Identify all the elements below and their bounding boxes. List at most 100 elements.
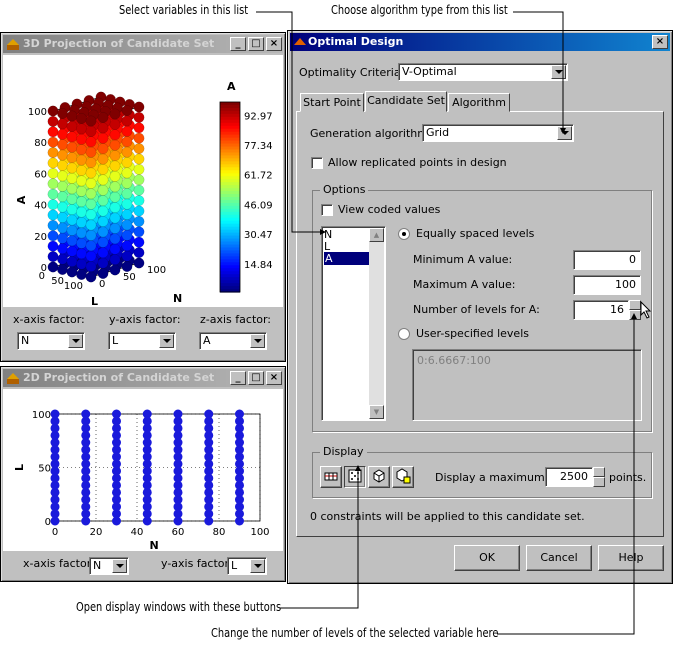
data-point: [47, 136, 59, 148]
title-bar-3d[interactable]: 3D Projection of Candidate Set _ □ ×: [3, 35, 283, 53]
data-point: [76, 133, 87, 145]
maximize-button[interactable]: □: [248, 37, 264, 51]
scatter-2d-chart[interactable]: 0 20 40 60 80 100 100 50 0 N L: [3, 389, 283, 552]
x-factor-select[interactable]: N: [17, 332, 85, 350]
display-max-spinner[interactable]: [593, 467, 605, 487]
data-point: [97, 257, 109, 269]
data-point: [121, 157, 133, 168]
data-point: [85, 250, 97, 262]
data-point: [76, 217, 87, 228]
data-point: [76, 144, 87, 156]
data-point: [57, 108, 68, 119]
data-point: [97, 164, 109, 175]
tab-algorithm[interactable]: Algorithm: [448, 93, 510, 112]
levels-input[interactable]: 16: [573, 300, 629, 320]
colorbar-tick-label: 30.47: [244, 230, 273, 241]
chevron-down-icon[interactable]: [159, 334, 174, 348]
close-button[interactable]: ×: [266, 37, 282, 51]
variable-list[interactable]: N L A ▲ ▼: [321, 226, 386, 421]
generation-algorithm-select[interactable]: Grid: [422, 124, 574, 142]
y-factor-select[interactable]: L: [227, 557, 267, 575]
data-point: [76, 175, 87, 187]
data-point: [133, 132, 145, 144]
spin-down-icon[interactable]: [593, 477, 605, 487]
cancel-button[interactable]: Cancel: [526, 545, 592, 571]
close-button[interactable]: ×: [266, 371, 282, 385]
display-3d-button[interactable]: [368, 466, 390, 488]
data-point: [133, 205, 145, 217]
spin-up-icon[interactable]: [593, 467, 605, 477]
y-factor-select[interactable]: L: [108, 332, 176, 350]
data-point: [97, 132, 109, 144]
data-point: [85, 219, 97, 231]
data-point: [47, 261, 59, 273]
data-point: [109, 181, 121, 193]
criteria-select[interactable]: V-Optimal: [398, 63, 568, 81]
data-point: [133, 143, 145, 155]
z-axis-label: A: [15, 195, 28, 204]
min-value-input[interactable]: 0: [573, 250, 641, 270]
minimize-button[interactable]: _: [230, 371, 246, 385]
title-bar-2d[interactable]: 2D Projection of Candidate Set _ □ ×: [3, 369, 283, 387]
data-point: [47, 188, 59, 200]
x-factor-select[interactable]: N: [89, 557, 129, 575]
chevron-down-icon[interactable]: [551, 65, 566, 79]
tab-candidate-set[interactable]: Candidate Set: [365, 91, 447, 112]
data-point: [57, 128, 68, 140]
chevron-down-icon[interactable]: [250, 334, 265, 348]
data-point: [121, 167, 133, 179]
data-point: [109, 202, 121, 214]
data-point: [57, 264, 68, 275]
chevron-down-icon[interactable]: [68, 334, 83, 348]
data-point: [121, 261, 133, 272]
user-levels-textarea[interactable]: 0:6.6667:100: [412, 349, 642, 421]
dialog-title-bar[interactable]: Optimal Design ×: [290, 33, 670, 51]
data-point: [109, 139, 121, 151]
help-button[interactable]: Help: [598, 545, 664, 571]
points-label: points.: [609, 471, 647, 484]
data-point: [173, 409, 183, 419]
chevron-down-icon[interactable]: [557, 126, 572, 140]
data-point: [133, 174, 145, 186]
data-point: [97, 174, 109, 186]
scroll-up-icon[interactable]: ▲: [369, 228, 384, 242]
ok-button[interactable]: OK: [454, 545, 520, 571]
minimize-button[interactable]: _: [230, 37, 246, 51]
data-point: [47, 157, 59, 169]
data-point: [76, 113, 87, 124]
scroll-down-icon[interactable]: ▼: [369, 405, 384, 419]
close-button[interactable]: ×: [652, 35, 668, 49]
tab-start-point[interactable]: Start Point: [300, 93, 364, 112]
list-scrollbar[interactable]: ▲ ▼: [369, 228, 384, 419]
data-point: [57, 160, 68, 171]
data-point: [109, 129, 121, 141]
z-factor-select[interactable]: A: [199, 332, 267, 350]
chevron-down-icon[interactable]: [112, 559, 127, 573]
data-point: [121, 188, 133, 200]
equally-spaced-radio[interactable]: [398, 228, 410, 240]
maximize-button[interactable]: □: [248, 371, 264, 385]
colorbar-tick-label: 14.84: [244, 260, 273, 271]
z-tick-label: 20: [34, 232, 47, 243]
display-2d-button[interactable]: [344, 466, 366, 488]
display-multi-button[interactable]: [392, 466, 414, 488]
data-point: [57, 191, 68, 203]
chevron-down-icon[interactable]: [250, 559, 265, 573]
allow-replicated-checkbox[interactable]: [311, 157, 323, 169]
data-point: [66, 214, 78, 226]
view-coded-checkbox[interactable]: [321, 204, 333, 216]
list-item-selected[interactable]: A: [324, 252, 369, 265]
data-point: [57, 149, 68, 161]
max-value-input[interactable]: 100: [573, 275, 641, 295]
display-table-button[interactable]: [320, 466, 342, 488]
data-point: [121, 146, 133, 158]
scatter-3d-chart[interactable]: 100806040200100500050100AL NA14.8430.4746…: [3, 55, 283, 308]
data-point: [97, 143, 109, 155]
data-point: [121, 229, 133, 241]
user-specified-radio[interactable]: [398, 328, 410, 340]
view-coded-label: View coded values: [338, 203, 441, 216]
criteria-value: V-Optimal: [402, 65, 457, 78]
display-max-input[interactable]: 2500: [545, 467, 593, 487]
x-tick-label: 60: [172, 527, 185, 538]
data-point: [142, 409, 152, 419]
